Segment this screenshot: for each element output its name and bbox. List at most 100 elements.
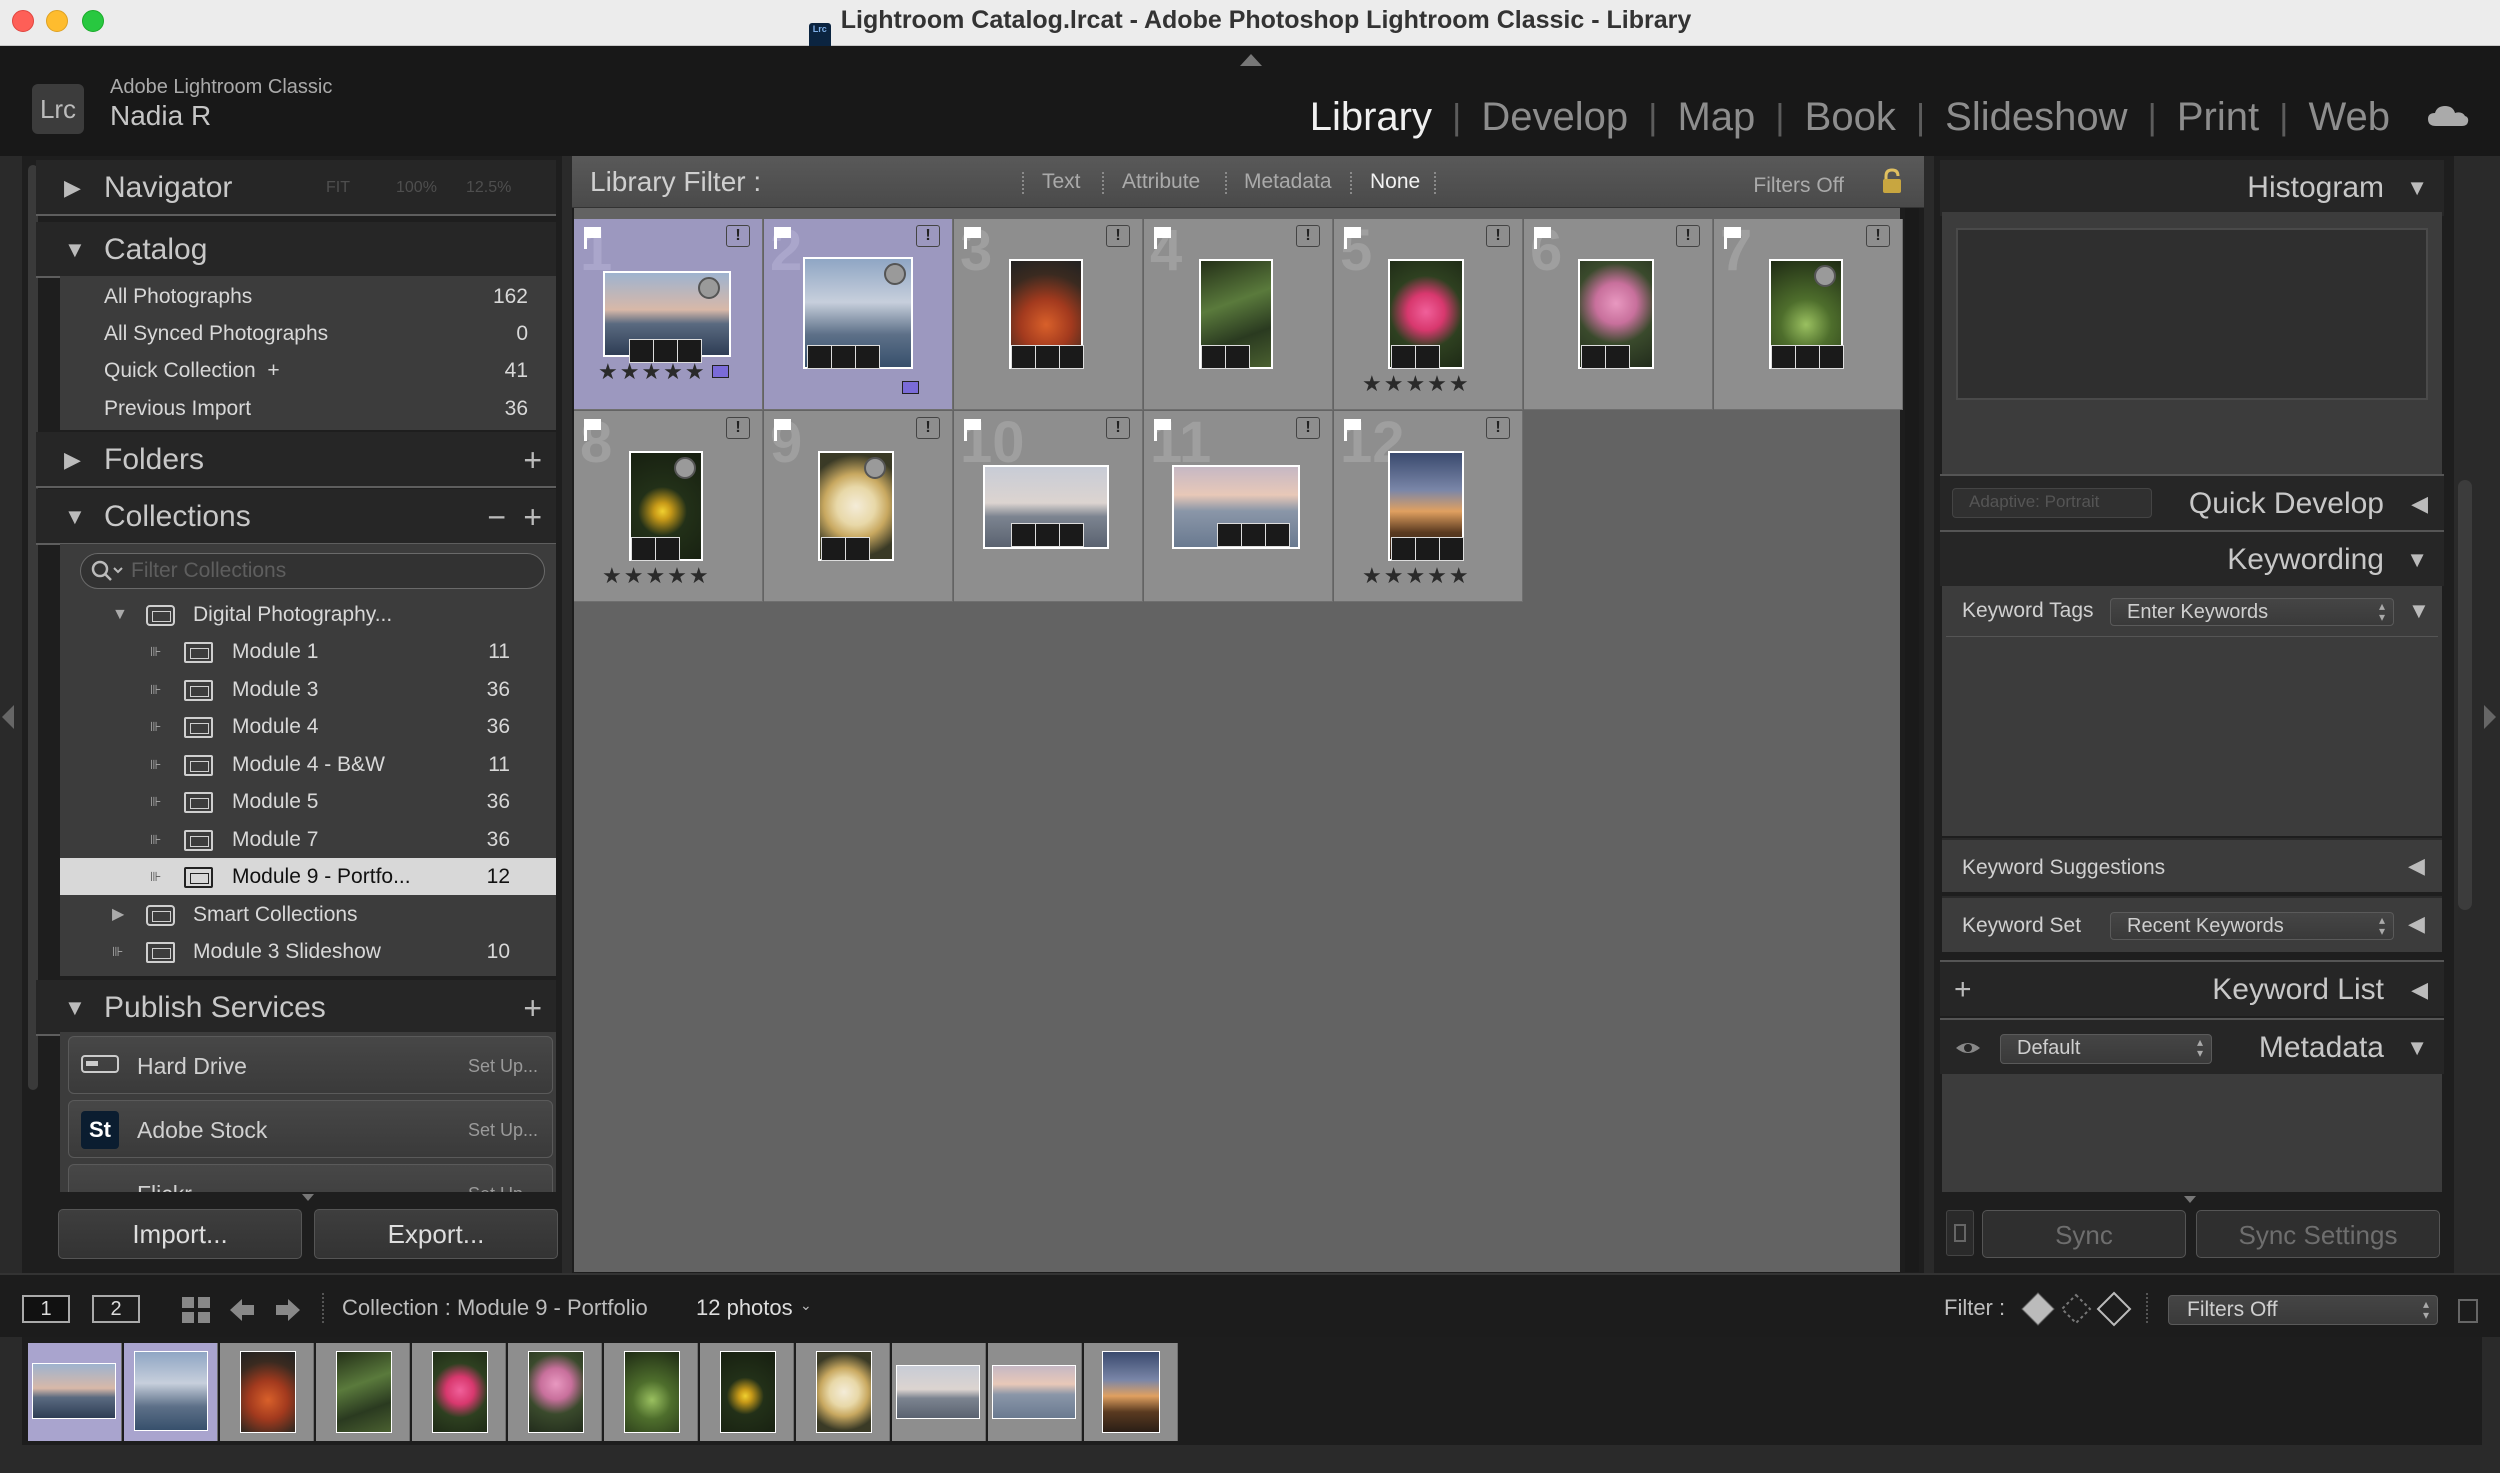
panel-resize-handle-icon[interactable]	[2184, 1196, 2196, 1203]
module-book[interactable]: Book	[1785, 92, 1916, 142]
catalog-item-quick-collection[interactable]: Quick Collection + 41	[60, 352, 556, 389]
star-rating[interactable]: ★★★★★	[598, 359, 707, 385]
publish-hard-drive[interactable]: Hard Drive Set Up...	[68, 1036, 553, 1094]
filmstrip-filter-select[interactable]: Filters Off ▴ ▾	[2168, 1295, 2438, 1325]
photo-cell-5[interactable]: 5 ! ★★★★★	[1334, 218, 1523, 410]
folders-header[interactable]: ▶ Folders +	[36, 432, 556, 488]
quick-collection-icon[interactable]	[1814, 265, 1836, 287]
alert-icon[interactable]: !	[1486, 417, 1510, 439]
secondary-window-button[interactable]: 2	[92, 1295, 140, 1323]
publish-services-header[interactable]: ▼ Publish Services +	[36, 980, 556, 1036]
add-keyword-button[interactable]: +	[1954, 962, 1972, 1018]
catalog-item-previous-import[interactable]: Previous Import 36	[60, 390, 556, 427]
flag-icon[interactable]	[774, 419, 791, 441]
quick-collection-icon[interactable]	[864, 457, 886, 479]
module-slideshow[interactable]: Slideshow	[1925, 92, 2147, 142]
photo-cell-11[interactable]: 11 !	[1144, 410, 1333, 602]
smart-collections-set[interactable]: ▶ Smart Collections	[60, 896, 556, 933]
flag-icon[interactable]	[774, 227, 791, 249]
module-map[interactable]: Map	[1657, 92, 1775, 142]
color-label-purple[interactable]	[902, 381, 919, 394]
collection-module-4[interactable]: ⊪ Module 4 36	[60, 708, 556, 745]
filmstrip-photo-3[interactable]	[220, 1343, 314, 1441]
alert-icon[interactable]: !	[726, 225, 750, 247]
flag-icon[interactable]	[964, 419, 981, 441]
flag-icon[interactable]	[584, 419, 601, 441]
metadata-preset-select[interactable]: Default ▴ ▾	[2000, 1034, 2212, 1064]
filter-preset-select[interactable]: Filters Off	[1753, 174, 1844, 198]
filter-text[interactable]: Text	[1042, 170, 1081, 194]
zoom-fit[interactable]: FIT	[326, 160, 350, 216]
top-panel-toggle-icon[interactable]	[1240, 54, 1262, 66]
publish-setup-link[interactable]: Set Up...	[468, 1037, 538, 1095]
filter-metadata[interactable]: Metadata	[1244, 170, 1332, 194]
photo-cell-10[interactable]: 10 !	[954, 410, 1143, 602]
keyword-suggestions-row[interactable]: Keyword Suggestions ◀	[1942, 838, 2442, 892]
star-rating[interactable]: ★★★★★	[602, 563, 711, 589]
panel-resize-handle-icon[interactable]	[302, 1194, 314, 1201]
photo-cell-8[interactable]: 8 ! ★★★★★	[574, 410, 763, 602]
auto-sync-toggle[interactable]	[1946, 1210, 1974, 1256]
left-panel-scrollbar[interactable]	[28, 165, 38, 1090]
navigator-header[interactable]: ▶ Navigator FIT 100% 12.5%	[36, 160, 556, 216]
add-collection-button[interactable]: +	[523, 489, 542, 545]
alert-icon[interactable]: !	[916, 225, 940, 247]
alert-icon[interactable]: !	[1486, 225, 1510, 247]
flag-icon[interactable]	[584, 227, 601, 249]
metadata-header[interactable]: Default ▴ ▾ Metadata ▼	[1940, 1018, 2444, 1074]
source-path[interactable]: Collection : Module 9 - Portfolio	[342, 1295, 648, 1321]
flag-filter-icons[interactable]	[2020, 1291, 2132, 1327]
flag-icon[interactable]	[1534, 227, 1551, 249]
collection-module-1[interactable]: ⊪ Module 1 11	[60, 633, 556, 670]
import-button[interactable]: Import...	[58, 1209, 302, 1259]
module-print[interactable]: Print	[2157, 92, 2279, 142]
keyword-tags-select[interactable]: Enter Keywords ▴ ▾	[2110, 598, 2394, 626]
filmstrip-photo-6[interactable]	[508, 1343, 602, 1441]
photo-cell-4[interactable]: 4 !	[1144, 218, 1333, 410]
filmstrip-photo-11[interactable]	[988, 1343, 1082, 1441]
publish-adobe-stock[interactable]: St Adobe Stock Set Up...	[68, 1100, 553, 1158]
quick-collection-icon[interactable]	[674, 457, 696, 479]
photo-cell-3[interactable]: 3 !	[954, 218, 1143, 410]
collection-module-9-portfolio[interactable]: ⊪ Module 9 - Portfo... 12	[60, 858, 556, 895]
zoom-100[interactable]: 100%	[396, 160, 437, 216]
keyword-set-select[interactable]: Recent Keywords ▴ ▾	[2110, 912, 2394, 940]
collection-module-5[interactable]: ⊪ Module 5 36	[60, 783, 556, 820]
star-rating[interactable]: ★★★★★	[1362, 371, 1471, 397]
alert-icon[interactable]: !	[1106, 225, 1130, 247]
back-arrow-icon[interactable]	[228, 1297, 256, 1323]
flag-icon[interactable]	[964, 227, 981, 249]
grid-scrollbar[interactable]	[1905, 208, 1919, 1272]
alert-icon[interactable]: !	[1676, 225, 1700, 247]
filmstrip-photo-1[interactable]	[28, 1343, 122, 1441]
filter-none[interactable]: None	[1370, 170, 1420, 194]
photo-cell-12[interactable]: 12 ! ★★★★★	[1334, 410, 1523, 602]
collection-module-7[interactable]: ⊪ Module 7 36	[60, 821, 556, 858]
lock-icon[interactable]	[1880, 168, 1904, 194]
filmstrip-photo-10[interactable]	[892, 1343, 986, 1441]
export-button[interactable]: Export...	[314, 1209, 558, 1259]
flag-icon[interactable]	[1344, 227, 1361, 249]
alert-icon[interactable]: !	[726, 417, 750, 439]
alert-icon[interactable]: !	[1866, 225, 1890, 247]
cloud-sync-icon[interactable]	[2426, 104, 2470, 128]
saved-preset-select[interactable]: Adaptive: Portrait	[1952, 488, 2152, 518]
keyword-list-header[interactable]: + Keyword List ◀	[1940, 960, 2444, 1016]
sync-button[interactable]: Sync	[1982, 1210, 2186, 1258]
chevron-down-icon[interactable]: ⌄	[800, 1297, 812, 1314]
color-label-purple[interactable]	[712, 365, 729, 378]
alert-icon[interactable]: !	[1296, 417, 1320, 439]
filmstrip-photo-5[interactable]	[412, 1343, 506, 1441]
flag-icon[interactable]	[1154, 419, 1171, 441]
photo-cell-1[interactable]: 1 ! ★★★★★	[574, 218, 763, 410]
photo-cell-2[interactable]: 2 !	[764, 218, 953, 410]
module-web[interactable]: Web	[2288, 92, 2410, 142]
alert-icon[interactable]: !	[1106, 417, 1130, 439]
collection-module-3-slideshow[interactable]: ⊪ Module 3 Slideshow 10	[60, 933, 556, 970]
filmstrip-photo-12[interactable]	[1084, 1343, 1178, 1441]
flag-icon[interactable]	[1724, 227, 1741, 249]
collection-set-digital-photography[interactable]: ▼ Digital Photography...	[60, 596, 556, 633]
flag-icon[interactable]	[1154, 227, 1171, 249]
collapsed-left-triangle-icon[interactable]: ◀	[2408, 911, 2425, 937]
module-library[interactable]: Library	[1290, 92, 1452, 142]
